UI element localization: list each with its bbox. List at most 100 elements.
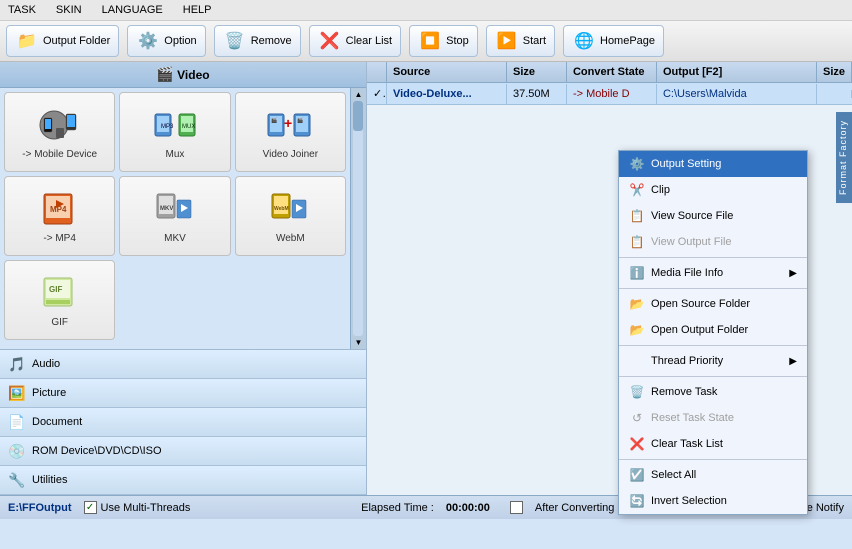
option-label: Option (164, 35, 196, 47)
ctx-clear-task-list[interactable]: ❌ Clear Task List (619, 431, 807, 457)
menu-skin[interactable]: SKIN (52, 2, 86, 18)
preset-mux[interactable]: MP3 MUX Mux (119, 92, 230, 172)
scroll-knob[interactable] (353, 101, 363, 131)
svg-text:MUX: MUX (182, 124, 195, 130)
homepage-label: HomePage (600, 35, 655, 47)
mp4-label: -> MP4 (43, 233, 76, 244)
preset-mobile-device[interactable]: -> Mobile Device (4, 92, 115, 172)
table-row[interactable]: ✓ Video-Deluxe... 37.50M -> Mobile D C:\… (367, 83, 852, 105)
audio-icon: 🎵 (8, 355, 26, 373)
presets-grid: -> Mobile Device MP3 MUX (0, 88, 350, 344)
folder-icon: 📁 (15, 29, 39, 53)
stop-label: Stop (446, 35, 469, 47)
ctx-reset-task-state-label: Reset Task State (651, 412, 734, 424)
video-joiner-label: Video Joiner (263, 149, 318, 160)
ctx-select-all-label: Select All (651, 469, 696, 481)
th-state: Convert State (567, 62, 657, 82)
row-source: Video-Deluxe... (387, 84, 507, 104)
ctx-clip[interactable]: ✂️ Clip (619, 177, 807, 203)
scroll-down-icon[interactable]: ▼ (355, 338, 363, 347)
ctx-output-setting[interactable]: ⚙️ Output Setting (619, 151, 807, 177)
category-utilities[interactable]: 🔧 Utilities (0, 466, 366, 495)
ctx-open-source-folder[interactable]: 📂 Open Source Folder (619, 291, 807, 317)
gif-icon: GIF (36, 273, 84, 313)
category-picture[interactable]: 🖼️ Picture (0, 379, 366, 408)
row-output: C:\Users\Malvida (657, 84, 817, 104)
mux-label: Mux (166, 149, 185, 160)
preset-webm[interactable]: WebM WebM (235, 176, 346, 256)
category-audio[interactable]: 🎵 Audio (0, 350, 366, 379)
ctx-remove-task[interactable]: 🗑️ Remove Task (619, 379, 807, 405)
output-folder-button[interactable]: 📁 Output Folder (6, 25, 119, 57)
ctx-view-source-label: View Source File (651, 210, 733, 222)
mobile-device-label: -> Mobile Device (22, 149, 97, 160)
ctx-open-output-folder[interactable]: 📂 Open Output Folder (619, 317, 807, 343)
ctx-media-info[interactable]: ℹ️ Media File Info ▶ (619, 260, 807, 286)
menu-bar: TASK SKIN LANGUAGE HELP (0, 0, 852, 21)
svg-text:MP3: MP3 (161, 124, 174, 130)
elapsed-value: 00:00:00 (446, 502, 490, 514)
picture-icon: 🖼️ (8, 384, 26, 402)
multi-threads-item: ✓ Use Multi-Threads (84, 501, 191, 514)
menu-language[interactable]: LANGUAGE (98, 2, 167, 18)
remove-label: Remove (251, 35, 292, 47)
video-joiner-icon: 🎬 + 🎬 (266, 105, 314, 145)
ctx-clip-label: Clip (651, 184, 670, 196)
option-button[interactable]: ⚙️ Option (127, 25, 205, 57)
row-size: 37.50M (507, 84, 567, 104)
ctx-clear-task-list-label: Clear Task List (651, 438, 723, 450)
th-check (367, 62, 387, 82)
output-path: E:\FFOutput (8, 502, 72, 514)
ctx-select-all[interactable]: ☑️ Select All (619, 462, 807, 488)
preset-video-joiner[interactable]: 🎬 + 🎬 Video Joiner (235, 92, 346, 172)
svg-text:+: + (284, 115, 292, 131)
category-document[interactable]: 📄 Document (0, 408, 366, 437)
homepage-button[interactable]: 🌐 HomePage (563, 25, 664, 57)
ctx-reset-task-state: ↺ Reset Task State (619, 405, 807, 431)
stop-button[interactable]: ⏹️ Stop (409, 25, 478, 57)
output-setting-icon: ⚙️ (629, 156, 645, 172)
ctx-open-source-folder-label: Open Source Folder (651, 298, 750, 310)
webm-label: WebM (276, 233, 305, 244)
ctx-output-setting-label: Output Setting (651, 158, 721, 170)
elapsed-label: Elapsed Time : (361, 502, 434, 514)
view-source-icon: 📋 (629, 208, 645, 224)
home-icon: 🌐 (572, 29, 596, 53)
ctx-invert-selection[interactable]: 🔄 Invert Selection (619, 488, 807, 514)
row-checkbox[interactable]: ✓ (367, 83, 387, 104)
ctx-thread-priority[interactable]: Thread Priority ▶ (619, 348, 807, 374)
document-icon: 📄 (8, 413, 26, 431)
preset-mkv[interactable]: MKV MKV (119, 176, 230, 256)
preset-mp4[interactable]: MP4 -> MP4 (4, 176, 115, 256)
svg-text:GIF: GIF (49, 285, 62, 294)
start-button[interactable]: ▶️ Start (486, 25, 555, 57)
context-menu: ⚙️ Output Setting ✂️ Clip 📋 View Source … (618, 150, 808, 515)
scroll-track[interactable] (353, 101, 363, 336)
scroll-up-icon[interactable]: ▲ (355, 90, 363, 99)
presets-scrollbar[interactable]: ▲ ▼ (350, 88, 366, 349)
ctx-view-output: 📋 View Output File (619, 229, 807, 255)
media-info-arrow: ▶ (789, 268, 797, 279)
category-rom[interactable]: 💿 ROM Device\DVD\CD\ISO (0, 437, 366, 466)
svg-text:MKV: MKV (160, 206, 173, 212)
remove-button[interactable]: 🗑️ Remove (214, 25, 301, 57)
menu-help[interactable]: HELP (179, 2, 216, 18)
multi-threads-checkbox[interactable]: ✓ (84, 501, 97, 514)
picture-label: Picture (32, 387, 66, 399)
clear-list-button[interactable]: ❌ Clear List (309, 25, 401, 57)
ctx-remove-task-label: Remove Task (651, 386, 717, 398)
after-converting-checkbox[interactable] (510, 501, 523, 514)
preset-gif[interactable]: GIF GIF (4, 260, 115, 340)
stop-icon: ⏹️ (418, 29, 442, 53)
ctx-view-source[interactable]: 📋 View Source File (619, 203, 807, 229)
thread-priority-arrow: ▶ (789, 356, 797, 367)
th-source: Source (387, 62, 507, 82)
video-icon: 🎬 (156, 66, 173, 82)
category-list: 🎵 Audio 🖼️ Picture 📄 Document 💿 ROM Devi… (0, 349, 366, 495)
clear-task-list-icon: ❌ (629, 436, 645, 452)
clear-list-icon: ❌ (318, 29, 342, 53)
open-source-folder-icon: 📂 (629, 296, 645, 312)
menu-task[interactable]: TASK (4, 2, 40, 18)
select-all-icon: ☑️ (629, 467, 645, 483)
ctx-thread-priority-label: Thread Priority (651, 355, 723, 367)
